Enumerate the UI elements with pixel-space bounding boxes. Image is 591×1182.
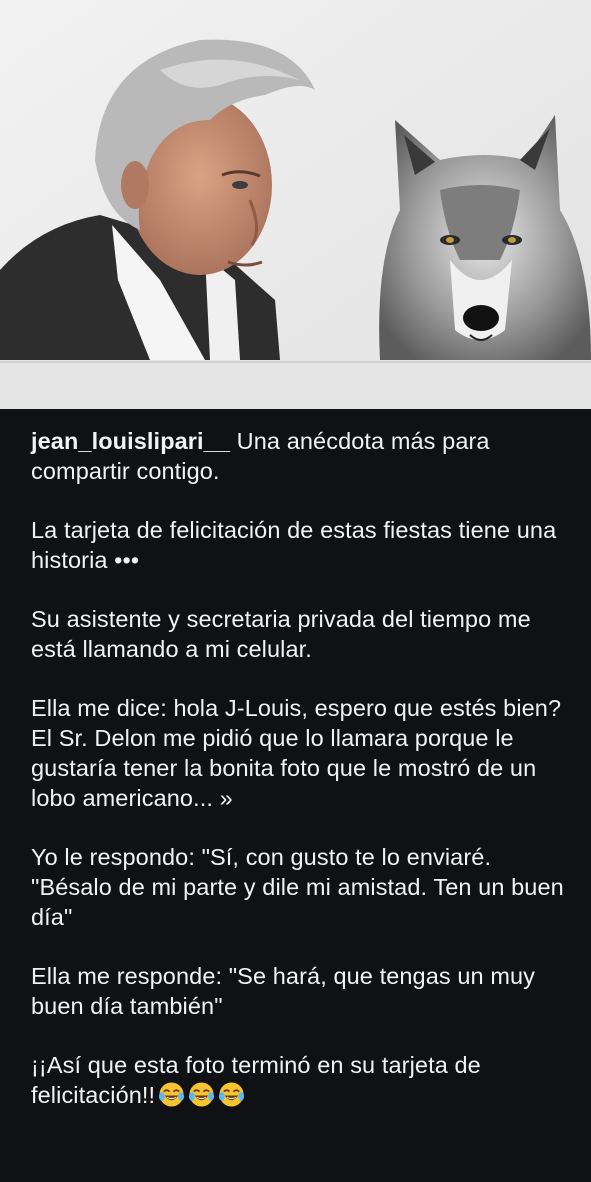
- caption-paragraph-4: Ella me dice: hola J-Louis, espero que e…: [31, 695, 562, 811]
- caption-text-7: ¡¡Así que esta foto terminó en su tarjet…: [31, 1052, 481, 1108]
- post-caption: jean_louislipari__ Una anécdota más para…: [0, 409, 591, 1182]
- caption-paragraph-1: jean_louislipari__ Una anécdota más para…: [31, 426, 571, 486]
- post-photo-illustration: [0, 0, 591, 409]
- tears-of-joy-emoji-icon: [158, 1081, 185, 1108]
- username-link[interactable]: jean_louislipari__: [31, 428, 230, 454]
- post-photo[interactable]: [0, 0, 591, 409]
- caption-paragraph-3: Su asistente y secretaria privada del ti…: [31, 606, 531, 662]
- caption-paragraph-7: ¡¡Así que esta foto terminó en su tarjet…: [31, 1050, 571, 1110]
- caption-paragraph-6: Ella me responde: "Se hará, que tengas u…: [31, 963, 536, 1019]
- caption-paragraph-5: Yo le respondo: "Sí, con gusto te lo env…: [31, 844, 564, 930]
- caption-paragraph-2: La tarjeta de felicitación de estas fies…: [31, 517, 557, 573]
- tears-of-joy-emoji-icon: [218, 1081, 245, 1108]
- tears-of-joy-emoji-icon: [188, 1081, 215, 1108]
